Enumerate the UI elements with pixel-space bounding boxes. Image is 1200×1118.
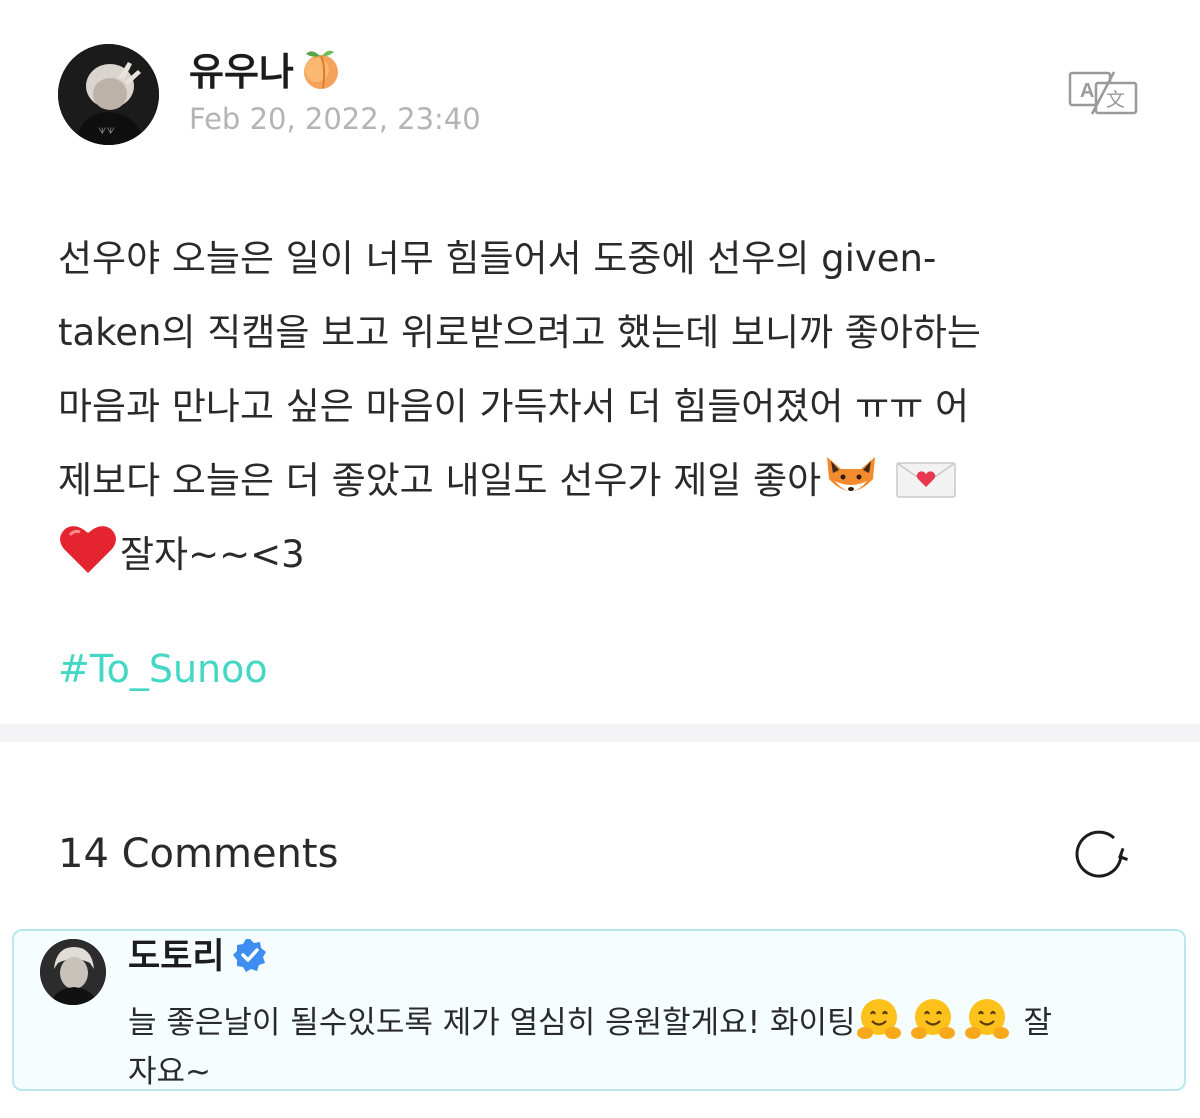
author-name-text: 유우나 xyxy=(189,50,294,94)
section-divider xyxy=(0,724,1200,742)
post-timestamp: Feb 20, 2022, 23:40 xyxy=(189,102,481,136)
comment-line: 자요~ xyxy=(128,1054,212,1090)
svg-text:A: A xyxy=(1080,80,1094,102)
hashtag-link[interactable]: #To_Sunoo xyxy=(58,642,268,696)
hugging-face-emoji xyxy=(910,997,956,1056)
comment-item: 도토리 늘 좋은날이 될수있도록 제가 열심히 응원할게요! 화이팅 잘 자요~ xyxy=(12,929,1186,1091)
svg-text:ᗐᗐ: ᗐᗐ xyxy=(98,127,115,137)
post-header: ᗐᗐ 유우나 Feb 20, 2022, 23:40 A 文 xyxy=(58,44,1148,146)
post-body-line-with-emojis: 제보다 오늘은 더 좋았고 내일도 선우가 제일 좋아 xyxy=(58,444,1148,518)
post-body-line: 선우야 오늘은 일이 너무 힘들어서 도중에 선우의 given- xyxy=(58,237,937,280)
commenter-avatar[interactable] xyxy=(40,939,106,1005)
hugging-face-emoji xyxy=(856,997,902,1056)
refresh-icon xyxy=(1075,830,1129,878)
post-body-line-with-emojis: 잘자~~<3 xyxy=(58,518,1148,592)
author-name[interactable]: 유우나 xyxy=(189,46,344,99)
translate-button[interactable]: A 文 xyxy=(1068,70,1138,116)
comment-line-suffix: 잘 xyxy=(1023,1005,1053,1041)
hugging-face-emoji xyxy=(964,997,1010,1056)
author-avatar[interactable]: ᗐᗐ xyxy=(58,44,159,145)
svg-text:文: 文 xyxy=(1106,89,1125,111)
post-body-line: taken의 직캠을 보고 위로받으려고 했는데 보니까 좋아하는 xyxy=(58,311,981,354)
red-heart-emoji xyxy=(58,521,118,600)
comment-line-with-emojis: 늘 좋은날이 될수있도록 제가 열심히 응원할게요! 화이팅 잘 xyxy=(128,997,1168,1047)
commenter-name-text: 도토리 xyxy=(128,937,225,977)
post-body-line: 잘자~~<3 xyxy=(120,533,305,576)
peach-emoji xyxy=(298,46,344,99)
comment-text: 늘 좋은날이 될수있도록 제가 열심히 응원할게요! 화이팅 잘 자요~ xyxy=(128,997,1168,1097)
translate-icon: A 文 xyxy=(1068,71,1138,115)
love-letter-emoji xyxy=(895,452,957,526)
refresh-button[interactable] xyxy=(1071,824,1131,884)
post-body: 선우야 오늘은 일이 너무 힘들어서 도중에 선우의 given- taken의… xyxy=(58,222,1148,592)
comment-line: 늘 좋은날이 될수있도록 제가 열심히 응원할게요! 화이팅 xyxy=(128,1005,856,1041)
commenter-name[interactable]: 도토리 xyxy=(128,935,267,983)
verified-badge-icon xyxy=(232,938,267,983)
post-body-line: 마음과 만나고 싶은 마음이 가득차서 더 힘들어졌어 ㅠㅠ 어 xyxy=(58,385,970,428)
post-body-line: 제보다 오늘은 더 좋았고 내일도 선우가 제일 좋아 xyxy=(58,459,822,502)
fox-emoji xyxy=(821,452,881,526)
comments-count: 14 Comments xyxy=(58,831,339,877)
